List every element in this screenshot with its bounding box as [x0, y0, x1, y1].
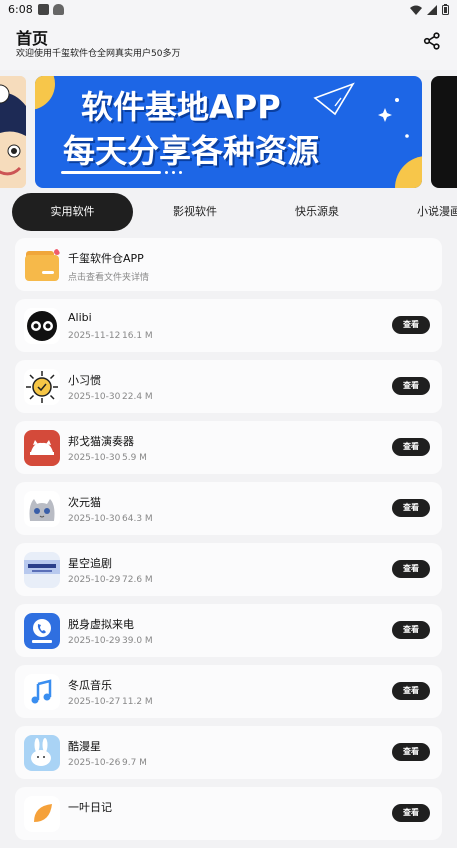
notification-app-icon	[38, 4, 49, 15]
view-button[interactable]: 查看	[392, 621, 430, 639]
indicator-dot	[172, 171, 175, 174]
banner-next-slide[interactable]	[431, 76, 457, 188]
notification-icons	[38, 4, 64, 15]
starry-drama-icon	[24, 552, 60, 588]
phone-call-icon	[24, 613, 60, 649]
folder-subtitle: 点击查看文件夹详情	[68, 273, 150, 283]
view-button[interactable]: 查看	[392, 377, 430, 395]
app-size: 5.9 M	[122, 453, 147, 463]
tab-fun-source[interactable]: 快乐源泉	[295, 193, 339, 231]
list-item[interactable]: 邦戈猫演奏器 2025-10-30 5.9 M 查看	[15, 421, 442, 474]
battery-icon	[442, 4, 449, 15]
view-button[interactable]: 查看	[392, 560, 430, 578]
list-item[interactable]: 酷漫星 2025-10-26 9.7 M 查看	[15, 726, 442, 779]
app-list: 千玺软件仓APP 点击查看文件夹详情 Alibi 2025-11-12 16.1…	[15, 238, 442, 848]
app-name: 酷漫星	[68, 740, 101, 753]
app-name: 邦戈猫演奏器	[68, 435, 134, 448]
wifi-icon	[410, 5, 422, 15]
banner-tagline: 每天分享各种资源	[63, 132, 320, 170]
sun-clock-icon	[24, 369, 60, 405]
folder-name: 千玺软件仓APP	[68, 252, 144, 265]
status-time: 6:08	[8, 3, 33, 16]
banner-prev-slide[interactable]	[0, 76, 26, 188]
app-date: 2025-10-29	[68, 575, 121, 585]
view-button[interactable]: 查看	[392, 499, 430, 517]
app-date: 2025-10-27	[68, 697, 121, 707]
anime-character-icon	[0, 76, 26, 188]
anime-cat-icon	[24, 491, 60, 527]
app-size: 72.6 M	[122, 575, 153, 585]
category-tabs: 实用软件 影视软件 快乐源泉 小说漫画	[0, 193, 457, 231]
app-date: 2025-11-12	[68, 331, 121, 341]
app-name: 一叶日记	[68, 801, 112, 814]
view-button[interactable]: 查看	[392, 804, 430, 822]
app-size: 11.2 M	[122, 697, 153, 707]
signal-icon	[427, 4, 437, 15]
view-button[interactable]: 查看	[392, 438, 430, 456]
banner-main-slide[interactable]: 软件基地APP 每天分享各种资源	[35, 76, 422, 188]
share-icon[interactable]	[423, 32, 441, 50]
page-subtitle: 欢迎使用千玺软件仓全网真实用户50多万	[16, 49, 181, 59]
notification-shield-icon	[53, 4, 64, 15]
list-item[interactable]: 脱身虚拟来电 2025-10-29 39.0 M 查看	[15, 604, 442, 657]
app-date: 2025-10-30	[68, 453, 121, 463]
app-name: 星空追剧	[68, 557, 112, 570]
featured-folder-card[interactable]: 千玺软件仓APP 点击查看文件夹详情	[15, 238, 442, 291]
app-name: Alibi	[68, 311, 92, 324]
app-date: 2025-10-30	[68, 514, 121, 524]
app-name: 小习惯	[68, 374, 101, 387]
indicator-active	[61, 171, 161, 174]
list-item[interactable]: 星空追剧 2025-10-29 72.6 M 查看	[15, 543, 442, 596]
list-item[interactable]: 冬瓜音乐 2025-10-27 11.2 M 查看	[15, 665, 442, 718]
app-date: 2025-10-29	[68, 636, 121, 646]
app-size: 39.0 M	[122, 636, 153, 646]
view-button[interactable]: 查看	[392, 316, 430, 334]
alibi-eyes-icon	[24, 308, 60, 344]
music-note-icon	[24, 674, 60, 710]
banner-headline: 软件基地APP	[81, 88, 281, 126]
app-name: 冬瓜音乐	[68, 679, 112, 692]
banner-carousel[interactable]: 软件基地APP 每天分享各种资源	[0, 76, 457, 190]
list-item[interactable]: Alibi 2025-11-12 16.1 M 查看	[15, 299, 442, 352]
view-button[interactable]: 查看	[392, 743, 430, 761]
tab-novel-comic[interactable]: 小说漫画	[417, 193, 457, 231]
page-header: 首页 欢迎使用千玺软件仓全网真实用户50多万	[0, 20, 457, 70]
bongo-cat-icon	[24, 430, 60, 466]
leaf-icon	[24, 796, 60, 832]
list-item[interactable]: 次元猫 2025-10-30 64.3 M 查看	[15, 482, 442, 535]
indicator-dot	[165, 171, 168, 174]
app-date: 2025-10-30	[68, 392, 121, 402]
status-right	[410, 4, 449, 15]
status-bar: 6:08	[0, 0, 457, 20]
app-name: 次元猫	[68, 496, 101, 509]
banner-indicator	[61, 171, 182, 174]
tab-useful-software[interactable]: 实用软件	[12, 193, 133, 231]
app-size: 64.3 M	[122, 514, 153, 524]
app-size: 22.4 M	[122, 392, 153, 402]
app-name: 脱身虚拟来电	[68, 618, 134, 631]
folder-icon	[25, 249, 60, 281]
tab-video-software[interactable]: 影视软件	[173, 193, 217, 231]
bunny-icon	[24, 735, 60, 771]
list-item[interactable]: 一叶日记 查看	[15, 787, 442, 840]
indicator-dot	[179, 171, 182, 174]
app-size: 9.7 M	[122, 758, 147, 768]
app-date: 2025-10-26	[68, 758, 121, 768]
list-item[interactable]: 小习惯 2025-10-30 22.4 M 查看	[15, 360, 442, 413]
app-size: 16.1 M	[122, 331, 153, 341]
view-button[interactable]: 查看	[392, 682, 430, 700]
